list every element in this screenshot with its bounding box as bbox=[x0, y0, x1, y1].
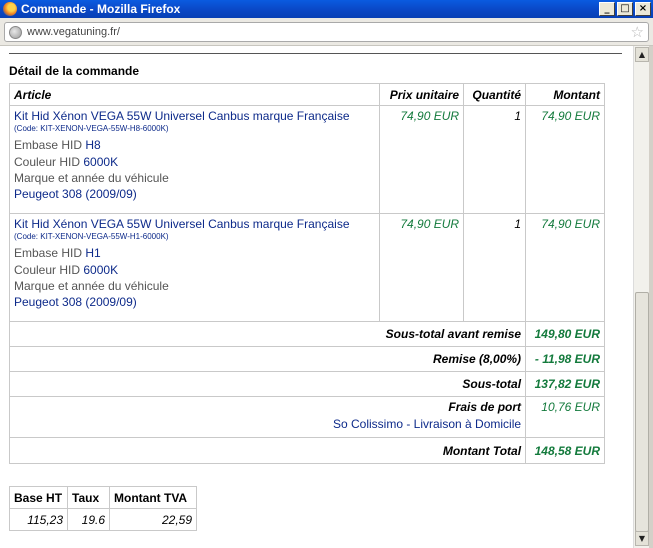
scroll-down-button[interactable]: ▼ bbox=[635, 531, 649, 546]
discount-value: - 11,98 EUR bbox=[525, 346, 605, 372]
section-title: Détail de la commande bbox=[9, 64, 140, 78]
tva-base: 115,23 bbox=[9, 508, 68, 531]
unit-price: 74,90 EUR bbox=[379, 213, 465, 322]
vehicle-label: Marque et année du véhicule bbox=[14, 171, 169, 185]
order-table: Article Prix unitaire Quantité Montant K… bbox=[8, 83, 605, 464]
shipping-cell: Frais de port So Colissimo - Livraison à… bbox=[8, 396, 527, 438]
scroll-up-button[interactable]: ▲ bbox=[635, 47, 649, 62]
tva-table: Base HT Taux Montant TVA 115,23 19.6 22,… bbox=[9, 486, 197, 531]
quantity: 1 bbox=[463, 213, 527, 322]
subtotal-value: 137,82 EUR bbox=[525, 371, 605, 397]
table-header-row: Article Prix unitaire Quantité Montant bbox=[8, 83, 605, 106]
subtotal-before-discount-row: Sous-total avant remise 149,80 EUR bbox=[8, 321, 605, 347]
url-text[interactable]: www.vegatuning.fr/ bbox=[27, 26, 631, 38]
color-value: 6000K bbox=[83, 263, 119, 277]
window-controls: _ □ × bbox=[599, 2, 651, 16]
total-row: Montant Total 148,58 EUR bbox=[8, 437, 605, 464]
article-name-link[interactable]: Kit Hid Xénon VEGA 55W Universel Canbus … bbox=[14, 217, 375, 231]
base-label: Embase HID bbox=[14, 138, 83, 152]
header-article: Article bbox=[8, 83, 381, 106]
total-value: 148,58 EUR bbox=[525, 437, 605, 464]
maximize-button[interactable]: □ bbox=[617, 2, 633, 16]
base-label: Embase HID bbox=[14, 246, 83, 260]
vehicle-label: Marque et année du véhicule bbox=[14, 279, 169, 293]
header-unit-price: Prix unitaire bbox=[379, 83, 465, 106]
table-row: Kit Hid Xénon VEGA 55W Universel Canbus … bbox=[8, 105, 605, 214]
color-value: 6000K bbox=[83, 155, 119, 169]
bookmark-star-icon[interactable]: ☆ bbox=[631, 23, 644, 41]
window-title-bar[interactable]: Commande - Mozilla Firefox _ □ × bbox=[0, 0, 653, 18]
article-base-line: Embase HID H8 bbox=[14, 138, 375, 152]
discount-label: Remise (8,00%) bbox=[8, 346, 527, 372]
shipping-method: So Colissimo - Livraison à Domicile bbox=[332, 417, 522, 431]
tva-amount: 22,59 bbox=[109, 508, 197, 531]
discount-row: Remise (8,00%) - 11,98 EUR bbox=[8, 346, 605, 372]
article-color-line: Couleur HID 6000K bbox=[14, 263, 375, 277]
address-bar: www.vegatuning.fr/ ☆ bbox=[0, 18, 653, 46]
color-label: Couleur HID bbox=[14, 155, 81, 169]
table-row: Kit Hid Xénon VEGA 55W Universel Canbus … bbox=[8, 213, 605, 322]
window-border bbox=[649, 46, 653, 548]
base-value: H8 bbox=[85, 138, 101, 152]
article-name-link[interactable]: Kit Hid Xénon VEGA 55W Universel Canbus … bbox=[14, 109, 375, 123]
article-code: (Code: KIT-XENON-VEGA-55W-H8-6000K) bbox=[14, 124, 169, 133]
article-cell: Kit Hid Xénon VEGA 55W Universel Canbus … bbox=[8, 105, 381, 214]
subtotal-before-discount-value: 149,80 EUR bbox=[525, 321, 605, 347]
subtotal-row: Sous-total 137,82 EUR bbox=[8, 371, 605, 397]
vehicle-value: Peugeot 308 (2009/09) bbox=[14, 187, 137, 201]
globe-icon bbox=[9, 25, 22, 39]
article-code: (Code: KIT-XENON-VEGA-55W-H1-6000K) bbox=[14, 232, 169, 241]
tva-rate: 19.6 bbox=[67, 508, 110, 531]
shipping-row: Frais de port So Colissimo - Livraison à… bbox=[8, 396, 605, 438]
article-base-line: Embase HID H1 bbox=[14, 246, 375, 260]
base-value: H1 bbox=[85, 246, 101, 260]
quantity: 1 bbox=[463, 105, 527, 214]
page-content: Détail de la commande Article Prix unita… bbox=[0, 46, 633, 548]
tva-header-base: Base HT bbox=[9, 486, 68, 509]
shipping-value: 10,76 EUR bbox=[525, 396, 605, 438]
header-quantity: Quantité bbox=[463, 83, 527, 106]
color-label: Couleur HID bbox=[14, 263, 81, 277]
unit-price: 74,90 EUR bbox=[379, 105, 465, 214]
subtotal-label: Sous-total bbox=[8, 371, 527, 397]
shipping-label: Frais de port bbox=[448, 400, 522, 414]
header-amount: Montant bbox=[525, 83, 605, 106]
divider bbox=[9, 53, 622, 54]
total-label: Montant Total bbox=[8, 437, 527, 464]
window-title: Commande - Mozilla Firefox bbox=[21, 2, 181, 16]
tva-header-row: Base HT Taux Montant TVA bbox=[9, 486, 197, 509]
tva-header-rate: Taux bbox=[67, 486, 110, 509]
line-amount: 74,90 EUR bbox=[525, 105, 605, 214]
url-field[interactable]: www.vegatuning.fr/ ☆ bbox=[4, 22, 649, 42]
firefox-icon bbox=[3, 2, 17, 16]
article-color-line: Couleur HID 6000K bbox=[14, 155, 375, 169]
scroll-thumb[interactable] bbox=[635, 292, 649, 532]
subtotal-before-discount-label: Sous-total avant remise bbox=[8, 321, 527, 347]
close-button[interactable]: × bbox=[635, 2, 651, 16]
article-cell: Kit Hid Xénon VEGA 55W Universel Canbus … bbox=[8, 213, 381, 322]
line-amount: 74,90 EUR bbox=[525, 213, 605, 322]
tva-header-amount: Montant TVA bbox=[109, 486, 197, 509]
tva-row: 115,23 19.6 22,59 bbox=[9, 508, 197, 531]
vertical-scrollbar[interactable]: ▲ ▼ bbox=[633, 46, 649, 548]
vehicle-value: Peugeot 308 (2009/09) bbox=[14, 295, 137, 309]
minimize-button[interactable]: _ bbox=[599, 2, 615, 16]
